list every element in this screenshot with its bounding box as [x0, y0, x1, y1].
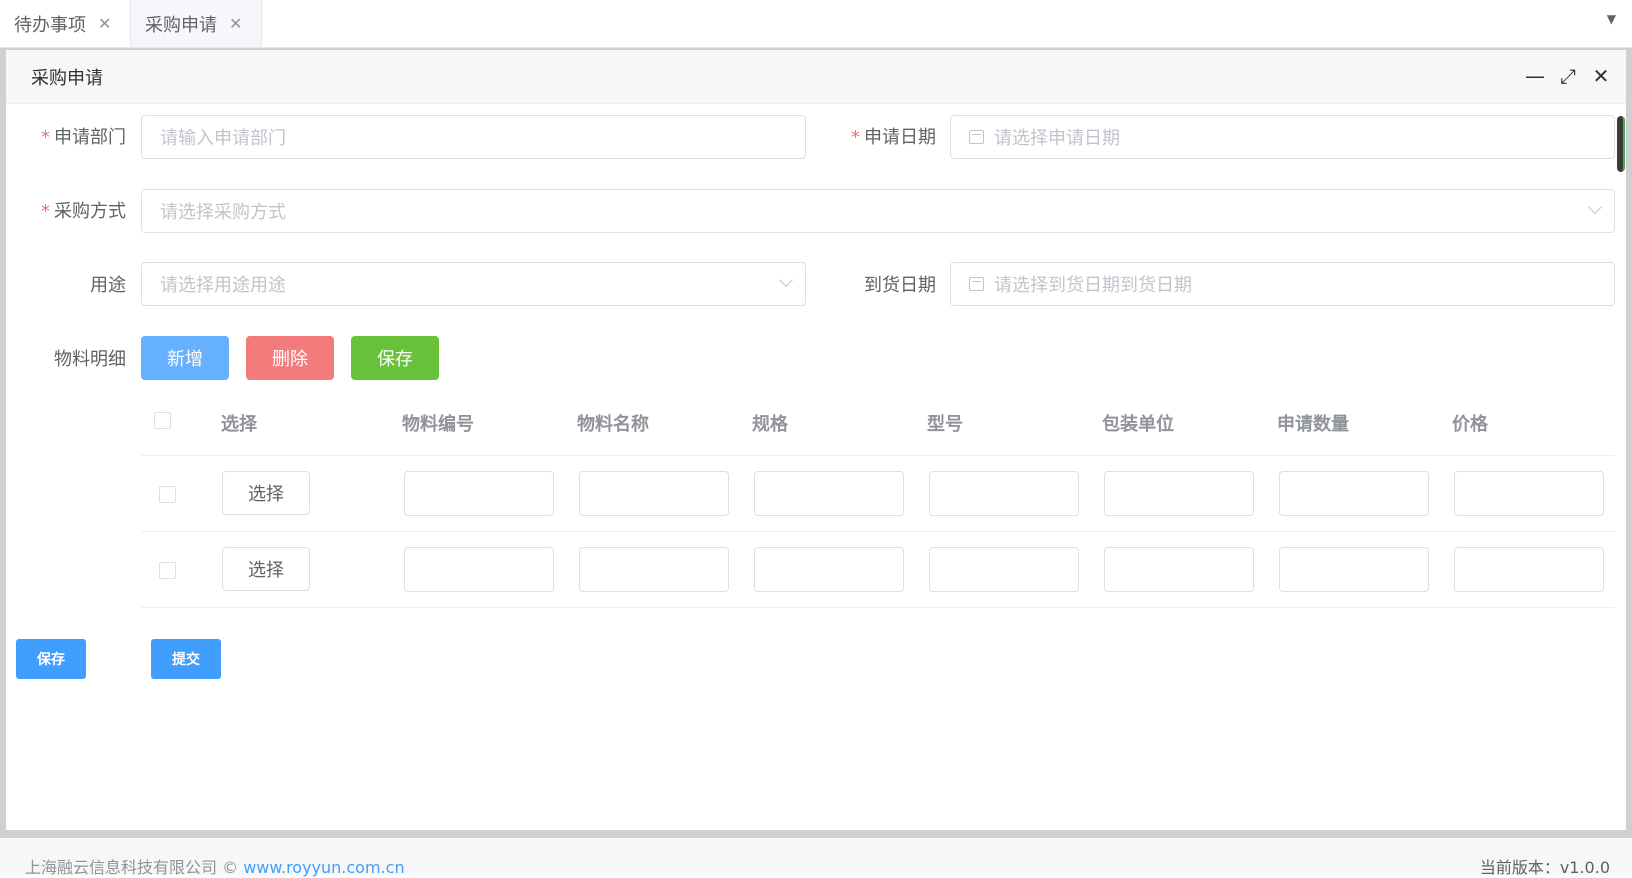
use-select[interactable]: 请选择用途用途	[141, 262, 806, 306]
tab-bar: 待办事项 ✕ 采购申请 ✕ ▼	[0, 0, 1632, 48]
minimize-icon[interactable]: —	[1523, 64, 1547, 88]
required-mark: *	[851, 127, 860, 148]
select-material-button[interactable]: 选择	[222, 471, 310, 515]
th-material-name: 物料名称	[577, 414, 649, 435]
version-text: 当前版本：v1.0.0	[1479, 858, 1610, 877]
calendar-icon	[969, 277, 984, 291]
th-quantity: 申请数量	[1277, 414, 1349, 435]
company-name: 上海融云信息科技有限公司 ©	[25, 858, 244, 877]
chevron-down-icon	[1587, 199, 1603, 215]
price-input[interactable]	[1454, 547, 1604, 592]
material-name-input[interactable]	[579, 471, 729, 516]
table-divider	[141, 455, 1615, 456]
material-label: 物料明细	[54, 349, 126, 370]
model-input[interactable]	[929, 547, 1079, 592]
arrival-date-picker[interactable]: 请选择到货日期到货日期	[950, 262, 1615, 306]
pack-unit-input[interactable]	[1104, 547, 1254, 592]
tab-purchase-request[interactable]: 采购申请 ✕	[131, 0, 262, 47]
select-all-checkbox[interactable]	[154, 412, 171, 429]
material-code-input[interactable]	[404, 547, 554, 592]
table-divider	[141, 531, 1615, 532]
dept-placeholder: 请输入申请部门	[160, 128, 286, 149]
caret-down-icon[interactable]: ▼	[1607, 12, 1616, 26]
save-button[interactable]: 保存	[16, 639, 86, 679]
spec-input[interactable]	[754, 547, 904, 592]
th-select: 选择	[221, 414, 257, 435]
date-picker[interactable]: 请选择申请日期	[950, 115, 1615, 159]
dialog-title: 采购申请	[31, 68, 103, 89]
close-icon[interactable]: ✕	[98, 14, 111, 33]
use-placeholder: 请选择用途用途	[160, 275, 286, 296]
required-mark: *	[41, 201, 50, 222]
maximize-icon[interactable]: ⤢	[1556, 64, 1580, 88]
select-material-button[interactable]: 选择	[222, 547, 310, 591]
material-code-input[interactable]	[404, 471, 554, 516]
method-select[interactable]: 请选择采购方式	[141, 189, 1615, 233]
chevron-down-icon	[778, 272, 794, 288]
save-material-button[interactable]: 保存	[351, 336, 439, 380]
dept-input[interactable]: 请输入申请部门	[141, 115, 806, 159]
method-label: * 采购方式	[41, 201, 126, 222]
website-link[interactable]: www.royyun.com.cn	[243, 858, 404, 877]
spec-input[interactable]	[754, 471, 904, 516]
quantity-input[interactable]	[1279, 547, 1429, 592]
calendar-icon	[969, 130, 984, 144]
delete-button[interactable]: 删除	[246, 336, 334, 380]
table-divider	[141, 607, 1615, 608]
add-button[interactable]: 新增	[141, 336, 229, 380]
pack-unit-input[interactable]	[1104, 471, 1254, 516]
th-model: 型号	[927, 414, 963, 435]
row-checkbox[interactable]	[159, 562, 176, 579]
arrival-label: 到货日期	[864, 275, 936, 296]
tab-todo[interactable]: 待办事项 ✕	[0, 0, 131, 47]
submit-button[interactable]: 提交	[151, 639, 221, 679]
dialog-panel: 采购申请 — ⤢ ✕	[6, 50, 1626, 830]
tab-label: 待办事项	[14, 14, 86, 36]
row-checkbox[interactable]	[159, 486, 176, 503]
quantity-input[interactable]	[1279, 471, 1429, 516]
th-material-code: 物料编号	[402, 414, 474, 435]
dialog-header: 采购申请 — ⤢ ✕	[6, 50, 1626, 104]
date-label: * 申请日期	[851, 127, 936, 148]
date-placeholder: 请选择申请日期	[994, 128, 1120, 149]
method-placeholder: 请选择采购方式	[160, 202, 286, 223]
use-label: 用途	[90, 275, 126, 296]
arrival-placeholder: 请选择到货日期到货日期	[994, 275, 1192, 296]
th-spec: 规格	[752, 414, 788, 435]
th-price: 价格	[1452, 414, 1488, 435]
tab-label: 采购申请	[145, 14, 217, 36]
model-input[interactable]	[929, 471, 1079, 516]
th-pack-unit: 包装单位	[1102, 414, 1174, 435]
footer: 上海融云信息科技有限公司 © www.royyun.com.cn 当前版本：v1…	[0, 838, 1632, 878]
footer-copyright: 上海融云信息科技有限公司 © www.royyun.com.cn	[25, 854, 405, 878]
scrollbar[interactable]	[1617, 116, 1625, 172]
required-mark: *	[41, 127, 50, 148]
dept-label: * 申请部门	[41, 127, 126, 148]
price-input[interactable]	[1454, 471, 1604, 516]
close-icon[interactable]: ✕	[1589, 64, 1613, 88]
material-name-input[interactable]	[579, 547, 729, 592]
close-icon[interactable]: ✕	[229, 14, 242, 33]
